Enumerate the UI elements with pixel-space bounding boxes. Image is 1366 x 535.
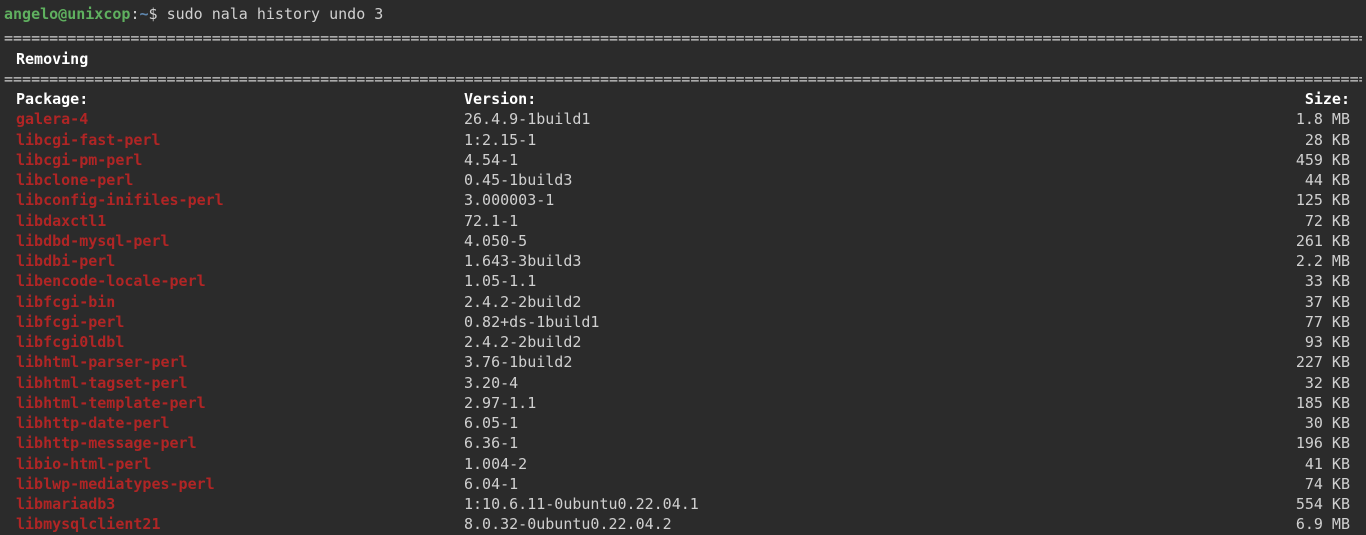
prompt-path: ~ [139,5,148,23]
package-version: 6.04-1 [464,474,1260,494]
package-size: 2.2 MB [1260,251,1350,271]
header-size: Size: [1260,89,1350,109]
package-name: libfcgi-bin [16,292,464,312]
separator-line: ========================================… [4,28,1362,48]
package-version: 1.004-2 [464,454,1260,474]
terminal-output: angelo@unixcop:~$ sudo nala history undo… [0,0,1366,535]
prompt-user-host: angelo@unixcop [4,5,130,23]
package-version: 8.0.32-0ubuntu0.22.04.2 [464,514,1260,534]
package-size: 77 KB [1260,312,1350,332]
table-row: libdbd-mysql-perl4.050-5261 KB [16,231,1350,251]
package-name: libhtml-tagset-perl [16,373,464,393]
package-version: 26.4.9-1build1 [464,109,1260,129]
package-table: Package: Version: Size: galera-426.4.9-1… [4,89,1362,535]
package-size: 72 KB [1260,211,1350,231]
package-version: 3.76-1build2 [464,352,1260,372]
table-row: libfcgi-bin2.4.2-2build237 KB [16,292,1350,312]
package-size: 41 KB [1260,454,1350,474]
package-version: 2.4.2-2build2 [464,332,1260,352]
command-prompt[interactable]: angelo@unixcop:~$ sudo nala history undo… [4,0,1362,28]
header-package: Package: [16,89,464,109]
package-version: 0.45-1build3 [464,170,1260,190]
package-version: 1:10.6.11-0ubuntu0.22.04.1 [464,494,1260,514]
table-row: libhtml-parser-perl3.76-1build2227 KB [16,352,1350,372]
package-size: 33 KB [1260,271,1350,291]
table-row: libdaxctl172.1-172 KB [16,211,1350,231]
table-row: libhttp-message-perl6.36-1196 KB [16,433,1350,453]
package-version: 72.1-1 [464,211,1260,231]
package-size: 93 KB [1260,332,1350,352]
package-size: 74 KB [1260,474,1350,494]
package-size: 196 KB [1260,433,1350,453]
package-name: libclone-perl [16,170,464,190]
package-name: libmysqlclient21 [16,514,464,534]
table-row: libhtml-tagset-perl3.20-432 KB [16,373,1350,393]
package-name: libconfig-inifiles-perl [16,190,464,210]
package-version: 6.05-1 [464,413,1260,433]
package-version: 3.20-4 [464,373,1260,393]
package-version: 4.54-1 [464,150,1260,170]
table-row: libconfig-inifiles-perl3.000003-1125 KB [16,190,1350,210]
package-version: 1.05-1.1 [464,271,1260,291]
package-name: libhttp-date-perl [16,413,464,433]
package-size: 261 KB [1260,231,1350,251]
table-row: libfcgi-perl0.82+ds-1build177 KB [16,312,1350,332]
package-size: 1.8 MB [1260,109,1350,129]
package-version: 1:2.15-1 [464,130,1260,150]
package-name: libhtml-template-perl [16,393,464,413]
table-row: libio-html-perl1.004-241 KB [16,454,1350,474]
package-size: 44 KB [1260,170,1350,190]
package-name: libdaxctl1 [16,211,464,231]
package-size: 32 KB [1260,373,1350,393]
package-name: libencode-locale-perl [16,271,464,291]
table-row: libfcgi0ldbl2.4.2-2build293 KB [16,332,1350,352]
package-name: libhtml-parser-perl [16,352,464,372]
package-name: libdbi-perl [16,251,464,271]
package-size: 185 KB [1260,393,1350,413]
table-row: libdbi-perl1.643-3build32.2 MB [16,251,1350,271]
table-header-row: Package: Version: Size: [16,89,1350,109]
prompt-symbol: $ [149,5,158,23]
package-version: 6.36-1 [464,433,1260,453]
table-row: libcgi-pm-perl4.54-1459 KB [16,150,1350,170]
package-version: 2.97-1.1 [464,393,1260,413]
table-row: libmysqlclient218.0.32-0ubuntu0.22.04.26… [16,514,1350,534]
package-size: 28 KB [1260,130,1350,150]
package-name: galera-4 [16,109,464,129]
package-size: 125 KB [1260,190,1350,210]
package-name: liblwp-mediatypes-perl [16,474,464,494]
command-text: sudo nala history undo 3 [167,5,384,23]
package-name: libmariadb3 [16,494,464,514]
package-name: libio-html-perl [16,454,464,474]
table-row: libencode-locale-perl1.05-1.133 KB [16,271,1350,291]
package-name: libhttp-message-perl [16,433,464,453]
package-size: 554 KB [1260,494,1350,514]
package-size: 37 KB [1260,292,1350,312]
table-row: libhttp-date-perl6.05-130 KB [16,413,1350,433]
package-size: 30 KB [1260,413,1350,433]
table-row: libclone-perl0.45-1build344 KB [16,170,1350,190]
table-row: libmariadb31:10.6.11-0ubuntu0.22.04.1554… [16,494,1350,514]
separator-line: ========================================… [4,69,1362,89]
package-version: 3.000003-1 [464,190,1260,210]
section-title: Removing [4,49,1362,69]
package-name: libfcgi-perl [16,312,464,332]
package-version: 0.82+ds-1build1 [464,312,1260,332]
package-name: libfcgi0ldbl [16,332,464,352]
table-row: libhtml-template-perl2.97-1.1185 KB [16,393,1350,413]
package-size: 459 KB [1260,150,1350,170]
package-name: libdbd-mysql-perl [16,231,464,251]
package-version: 2.4.2-2build2 [464,292,1260,312]
package-name: libcgi-pm-perl [16,150,464,170]
package-size: 227 KB [1260,352,1350,372]
table-row: liblwp-mediatypes-perl6.04-174 KB [16,474,1350,494]
table-row: galera-426.4.9-1build11.8 MB [16,109,1350,129]
package-version: 4.050-5 [464,231,1260,251]
package-size: 6.9 MB [1260,514,1350,534]
package-version: 1.643-3build3 [464,251,1260,271]
table-row: libcgi-fast-perl1:2.15-128 KB [16,130,1350,150]
package-name: libcgi-fast-perl [16,130,464,150]
header-version: Version: [464,89,1260,109]
